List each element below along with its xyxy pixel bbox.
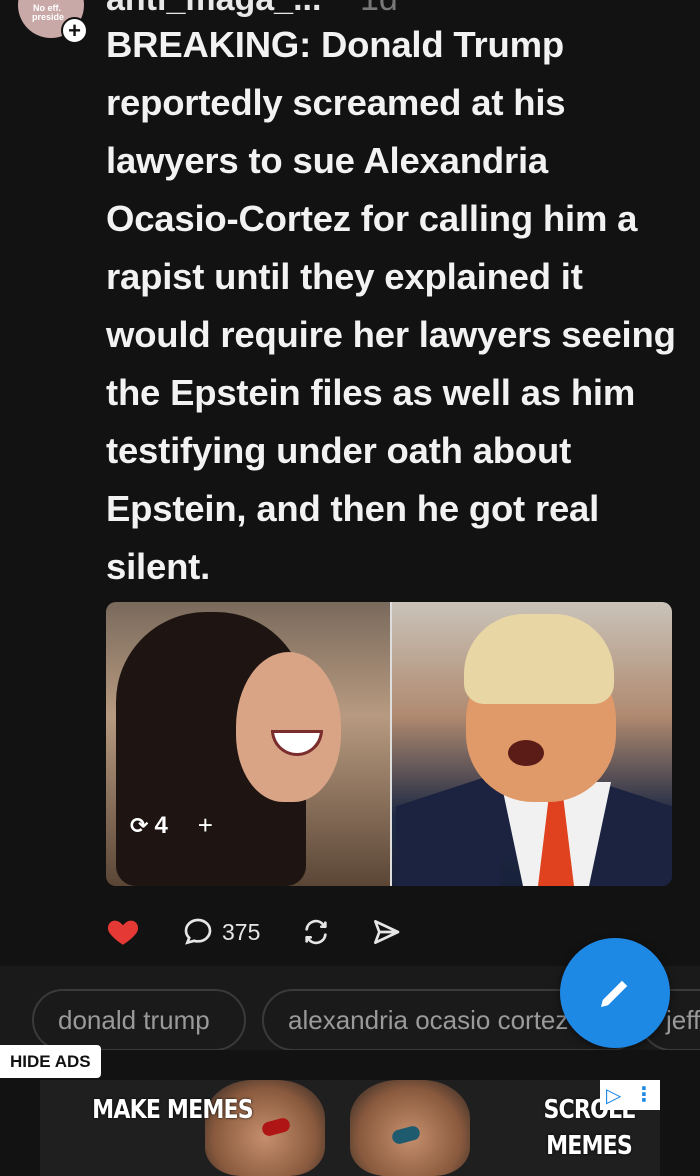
plus-icon: + [68,17,81,43]
ad-text-left: MAKE MEMES [92,1095,253,1125]
post-title: BREAKING: Donald Trump reportedly scream… [106,24,676,587]
post-actions: 375 [106,910,440,954]
hide-ads-button[interactable]: HIDE ADS [0,1045,101,1078]
tag-chip[interactable]: donald trump [32,989,246,1050]
comment-count: 375 [222,918,261,945]
comment-icon [184,918,212,945]
heart-icon[interactable] [106,915,140,949]
comment-button[interactable]: 375 [182,916,260,948]
create-post-button[interactable] [560,938,670,1048]
ad-choices-button[interactable]: ▷ ⋮ [600,1080,660,1110]
photo-right-hair [464,614,614,704]
add-plus-button[interactable]: + [198,810,213,841]
repost-chip[interactable]: ⟳ 4 [130,812,168,840]
photo-right-mouth [508,740,544,766]
post-image[interactable] [106,602,672,886]
repost-icon[interactable] [300,916,332,948]
repost-count: 4 [154,811,168,839]
ad-banner[interactable]: MAKE MEMES SCROLL MEMES [40,1080,660,1176]
more-options-icon: ⋮ [634,1084,654,1106]
image-overlay-controls: ⟳ 4 + [130,810,213,841]
photo-left-face [236,652,341,802]
image-divider [390,602,392,886]
repost-icon: ⟳ [130,812,149,838]
follow-button[interactable]: + [61,17,88,44]
avatar-logo-text: No eff. preside [32,3,65,22]
send-icon[interactable] [370,916,402,948]
adchoices-icon: ▷ [606,1084,622,1107]
pencil-icon [601,980,628,1007]
